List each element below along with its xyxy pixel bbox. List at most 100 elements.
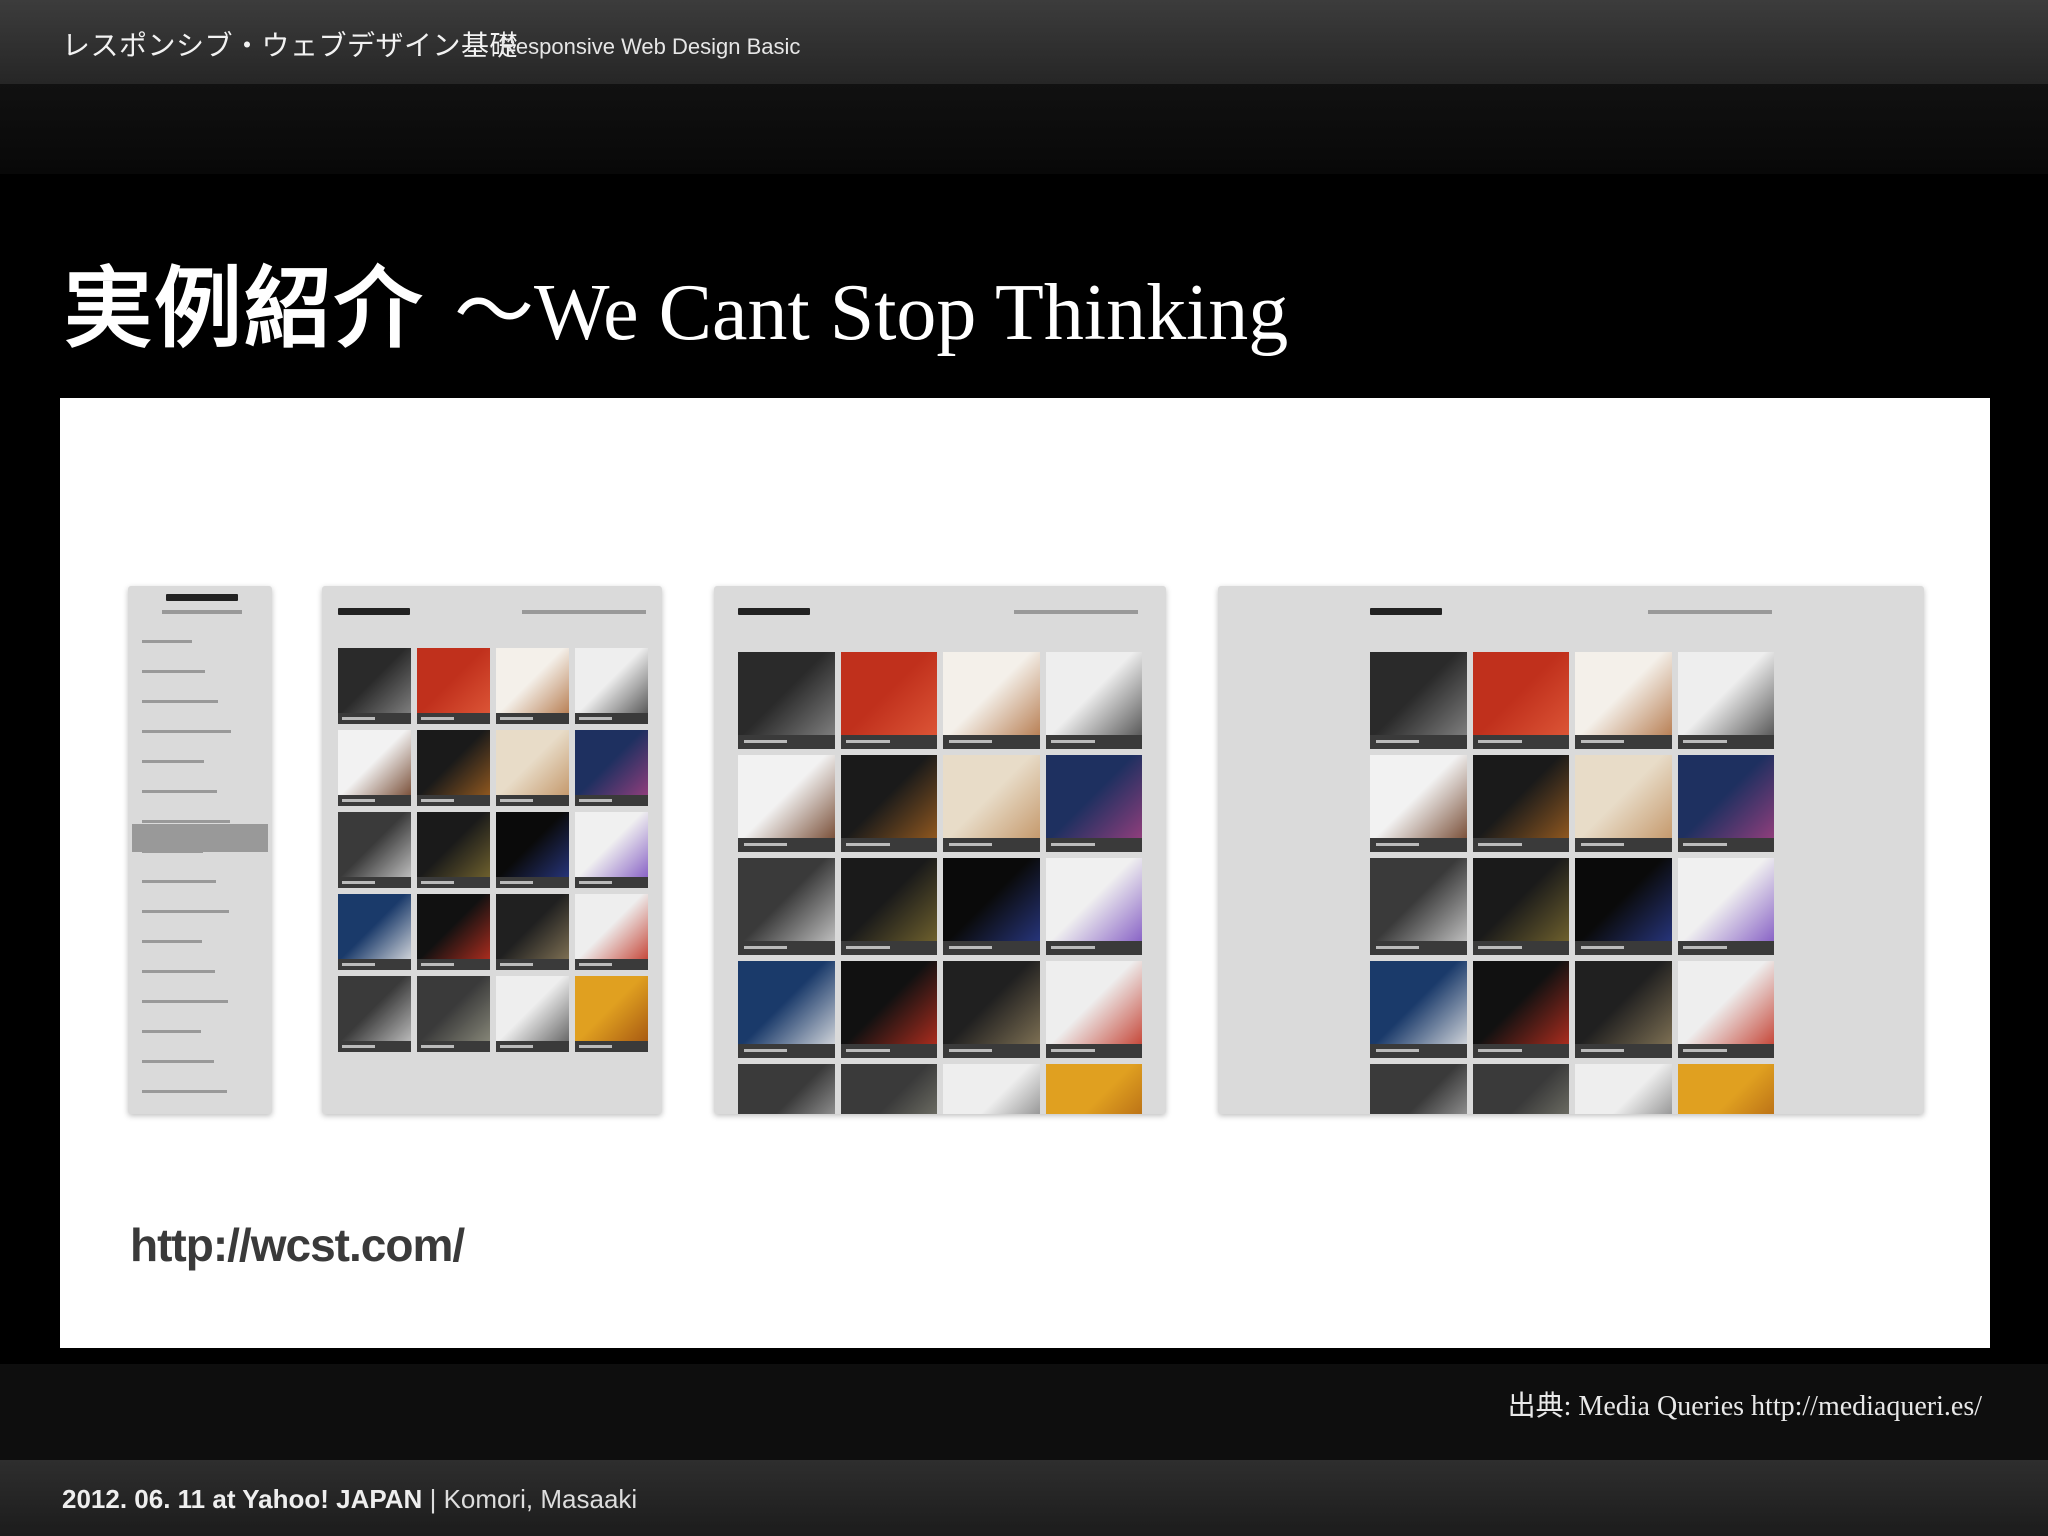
header-bar: レスポンシブ・ウェブデザイン基礎 Responsive Web Design B… (0, 0, 2048, 84)
mobile-list-row (142, 820, 230, 823)
portfolio-thumbnail-image (1677, 858, 1774, 955)
portfolio-thumbnail-image (338, 894, 411, 970)
portfolio-thumbnail-image (1472, 755, 1569, 852)
portfolio-thumbnail-image (1677, 755, 1774, 852)
portfolio-thumbnail-image (575, 894, 648, 970)
portfolio-thumbnail-image (1045, 961, 1142, 1058)
source-credit: 出典: Media Queries http://mediaqueri.es/ (1507, 1391, 1982, 1422)
mobile-nav-image (162, 610, 242, 614)
tablet-landscape-layout-screenshot (714, 586, 1166, 1114)
site-logo-image (738, 608, 810, 615)
footer-info: 2012. 06. 11 at Yahoo! JAPAN | Komori, M… (62, 1484, 637, 1515)
portfolio-thumbnail-image (738, 652, 835, 749)
portfolio-thumbnail-image (840, 961, 937, 1058)
mobile-list-row (142, 640, 192, 643)
portfolio-thumbnail-image (1472, 1064, 1569, 1114)
portfolio-grid-image (1370, 652, 1774, 1114)
portfolio-thumbnail-image (943, 652, 1040, 749)
portfolio-thumbnail-image (1472, 858, 1569, 955)
portfolio-thumbnail-image (496, 730, 569, 806)
portfolio-thumbnail-image (1370, 1064, 1467, 1114)
portfolio-thumbnail-image (1370, 652, 1467, 749)
portfolio-thumbnail-image (738, 858, 835, 955)
portfolio-thumbnail-image (738, 755, 835, 852)
mobile-list-row (142, 1000, 228, 1003)
portfolio-thumbnail-image (1370, 858, 1467, 955)
portfolio-thumbnail-image (1045, 1064, 1142, 1114)
portfolio-thumbnail-image (1575, 1064, 1672, 1114)
mobile-list-row (142, 1060, 214, 1063)
portfolio-thumbnail-image (1575, 755, 1672, 852)
site-logo-image (166, 594, 238, 601)
portfolio-grid-image (738, 652, 1142, 1114)
portfolio-thumbnail-image (943, 1064, 1040, 1114)
portfolio-thumbnail-image (417, 894, 490, 970)
portfolio-thumbnail-image (338, 730, 411, 806)
portfolio-thumbnail-image (1677, 652, 1774, 749)
site-url: http://wcst.com/ (130, 1219, 465, 1271)
portfolio-thumbnail-image (1370, 755, 1467, 852)
portfolio-thumbnail-image (1677, 1064, 1774, 1114)
portfolio-thumbnail-image (840, 1064, 937, 1114)
portfolio-thumbnail-image (943, 858, 1040, 955)
mobile-list-row (142, 730, 231, 733)
portfolio-thumbnail-image (496, 648, 569, 724)
portfolio-thumbnail-image (496, 894, 569, 970)
header-band (0, 84, 2048, 174)
site-nav-image (522, 610, 646, 614)
portfolio-thumbnail-image (943, 755, 1040, 852)
portfolio-thumbnail-image (738, 1064, 835, 1114)
portfolio-thumbnail-image (1045, 858, 1142, 955)
portfolio-thumbnail-image (575, 812, 648, 888)
portfolio-thumbnail-image (496, 812, 569, 888)
presentation-subtitle: Responsive Web Design Basic (500, 34, 801, 59)
portfolio-thumbnail-image (1575, 961, 1672, 1058)
mobile-list-row (142, 1030, 201, 1033)
portfolio-thumbnail-image (575, 648, 648, 724)
footer-date-place: 2012. 06. 11 at Yahoo! JAPAN (62, 1484, 423, 1514)
content-panel: http://wcst.com/ (60, 398, 1990, 1348)
portfolio-thumbnail-image (338, 812, 411, 888)
site-logo-image (338, 608, 410, 615)
portfolio-thumbnail-image (496, 976, 569, 1052)
mobile-highlight-row (132, 824, 268, 852)
portfolio-thumbnail-image (1045, 755, 1142, 852)
portfolio-thumbnail-image (1472, 961, 1569, 1058)
portfolio-thumbnail-image (1575, 858, 1672, 955)
portfolio-thumbnail-image (1370, 961, 1467, 1058)
mobile-list-row (142, 1090, 227, 1093)
mobile-list-row (142, 760, 204, 763)
portfolio-thumbnail-image (840, 755, 937, 852)
portfolio-thumbnail-image (575, 730, 648, 806)
portfolio-thumbnail-image (417, 648, 490, 724)
portfolio-thumbnail-image (1472, 652, 1569, 749)
portfolio-thumbnail-image (1045, 652, 1142, 749)
site-nav-image (1648, 610, 1772, 614)
portfolio-thumbnail-image (338, 976, 411, 1052)
presentation-title: レスポンシブ・ウェブデザイン基礎 (62, 29, 519, 62)
portfolio-thumbnail-image (1677, 961, 1774, 1058)
mobile-list-row (142, 910, 229, 913)
mobile-list-row (142, 700, 218, 703)
mobile-list-row (142, 670, 205, 673)
portfolio-thumbnail-image (738, 961, 835, 1058)
portfolio-thumbnail-image (417, 730, 490, 806)
portfolio-thumbnail-image (840, 858, 937, 955)
footer-separator: | (429, 1484, 437, 1514)
footer-author: Komori, Masaaki (443, 1484, 638, 1514)
portfolio-grid-image (338, 648, 648, 1052)
mobile-list-row (142, 940, 202, 943)
tablet-layout-screenshot (322, 586, 662, 1114)
slide-title-japanese: 実例紹介 (64, 256, 425, 360)
portfolio-thumbnail-image (840, 652, 937, 749)
mobile-list-row (142, 790, 217, 793)
site-logo-image (1370, 608, 1442, 615)
slide-title-english: ～We Cant Stop Thinking (454, 269, 1289, 357)
slide-title: 実例紹介 ～We Cant Stop Thinking (64, 238, 1288, 365)
desktop-layout-screenshot (1218, 586, 1924, 1114)
mobile-list-row (142, 970, 215, 973)
mobile-layout-screenshot (128, 586, 272, 1114)
portfolio-thumbnail-image (1575, 652, 1672, 749)
mobile-list-row (142, 880, 216, 883)
site-nav-image (1014, 610, 1138, 614)
